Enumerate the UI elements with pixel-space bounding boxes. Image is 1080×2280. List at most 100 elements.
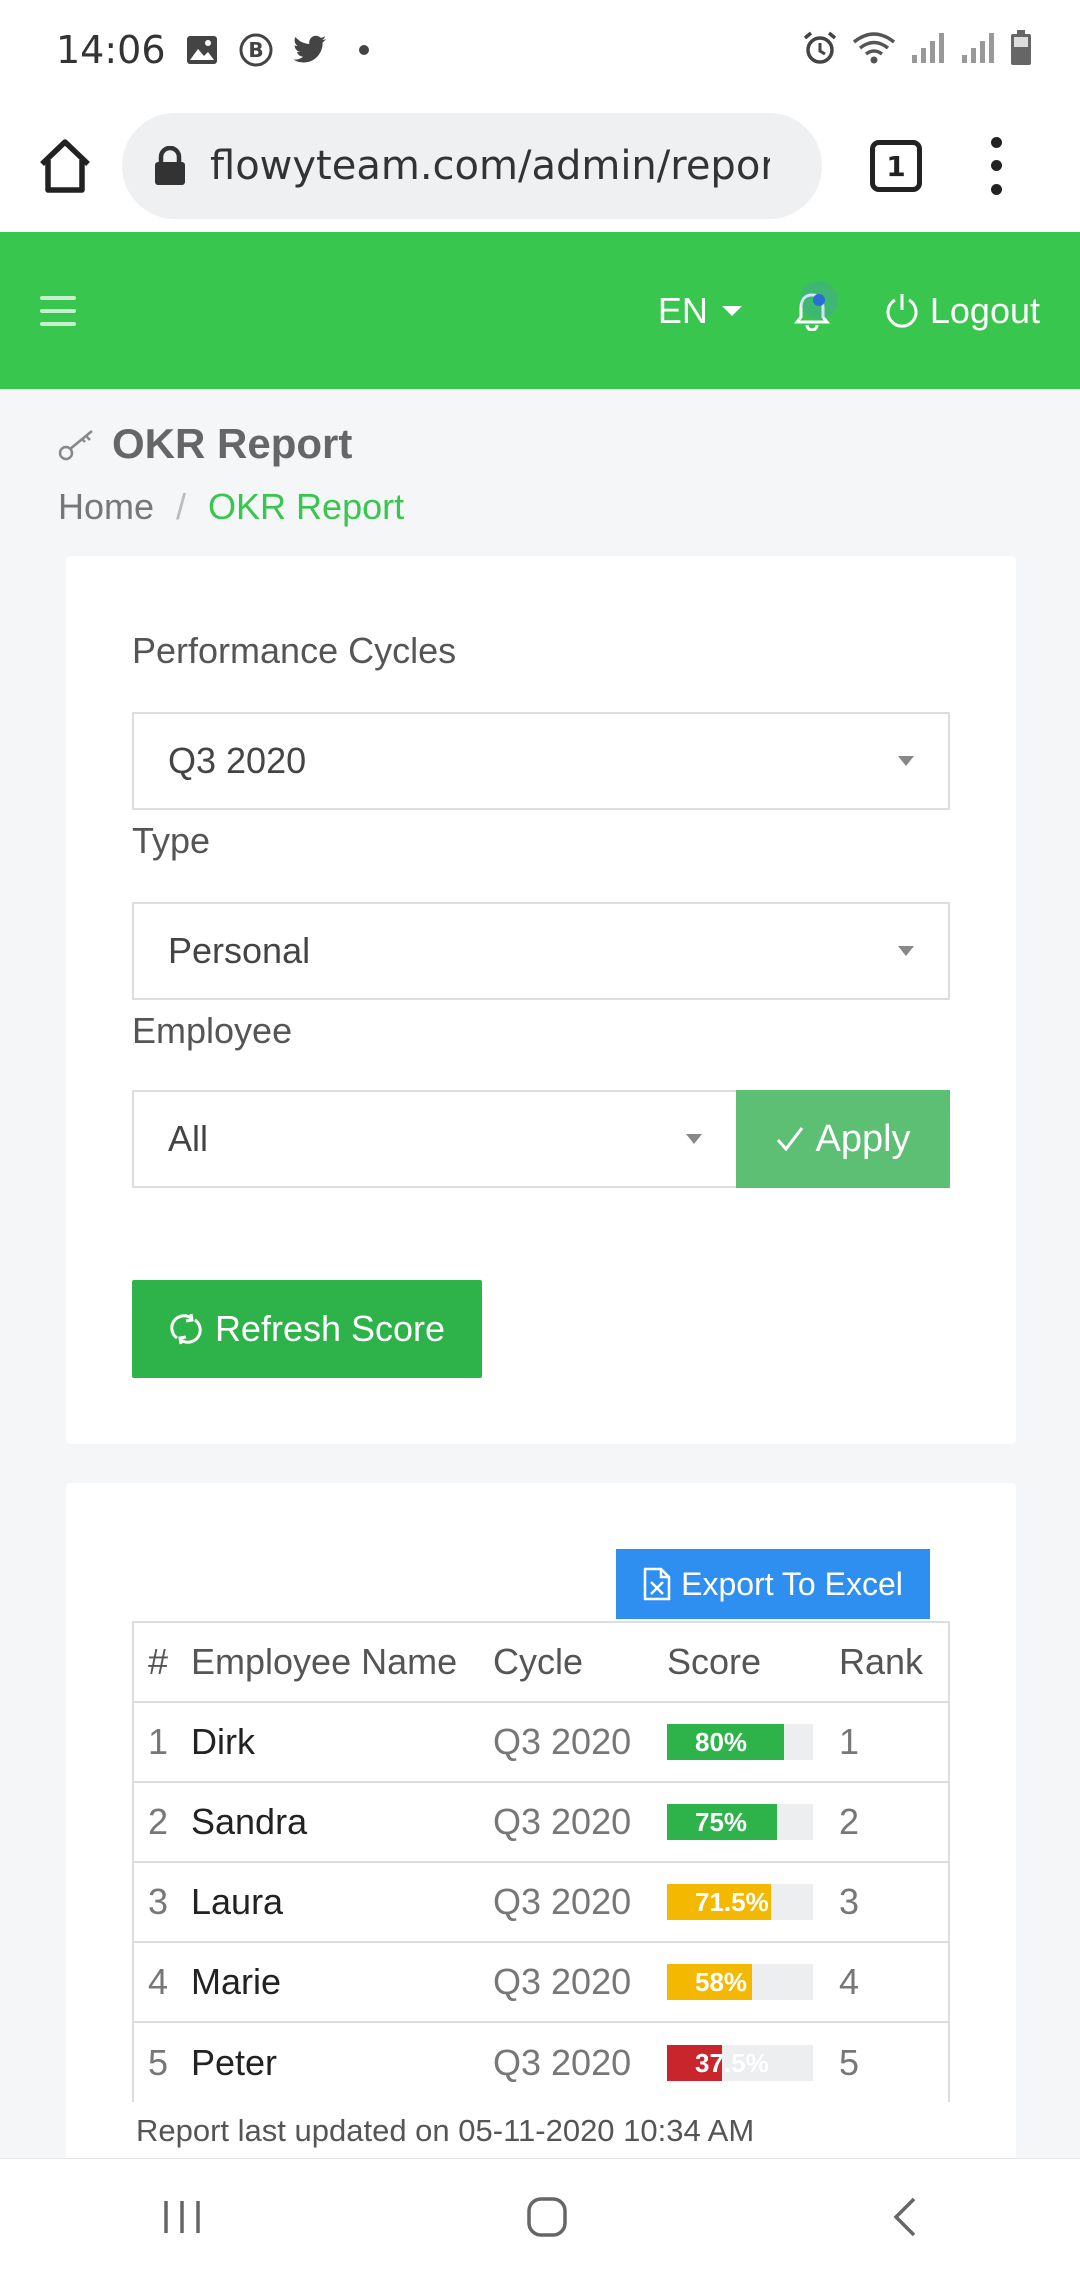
twitter-icon: [292, 32, 328, 68]
dropdown-arrow-icon: [898, 946, 914, 956]
score-label: 71.5%: [695, 1887, 769, 1917]
notifications-button[interactable]: [782, 280, 842, 341]
apply-button[interactable]: Apply: [736, 1090, 950, 1188]
row-cycle: Q3 2020: [479, 1941, 653, 2022]
row-rank: 1: [825, 1701, 949, 1782]
row-number: 1: [133, 1701, 177, 1782]
page-title-text: OKR Report: [112, 420, 353, 467]
row-number: 3: [133, 1861, 177, 1942]
score-cell: 80%: [653, 1701, 825, 1782]
browser-toolbar: 1: [0, 100, 1080, 232]
address-bar[interactable]: [122, 113, 822, 219]
excel-file-icon: [643, 1567, 671, 1601]
employee-label: Employee: [132, 1010, 293, 1051]
home-circle-icon: [527, 2197, 567, 2237]
status-bar: 14:06 B: [0, 0, 1080, 100]
cycle-label: Performance Cycles: [132, 630, 457, 671]
dot-icon: [346, 32, 382, 68]
breadcrumb-current: OKR Report: [208, 486, 405, 527]
refresh-icon: [170, 1313, 202, 1345]
score-cell: 37.5%: [653, 2021, 825, 2102]
score-label: 58%: [695, 1967, 748, 1997]
score-progress-bar: 71.5%: [667, 1884, 813, 1920]
alarm-icon: [802, 30, 838, 70]
score-cell: 58%: [653, 1941, 825, 2022]
lock-icon: [155, 146, 185, 185]
row-rank: 4: [825, 1941, 949, 2022]
employee-name: Sandra: [177, 1781, 479, 1862]
recent-apps-icon: [164, 2201, 201, 2233]
employee-name: Dirk: [177, 1701, 479, 1782]
header-actions: EN Logout: [658, 280, 1040, 341]
language-label: EN: [657, 289, 708, 331]
clock: 14:06: [56, 28, 166, 72]
report-table-body: 1 Dirk Q3 2020 80% 1 2 Sandra Q3 2020 75% 2 3 Laura…: [133, 1701, 949, 2102]
score-progress-bar: 80%: [667, 1724, 813, 1760]
row-rank: 3: [825, 1861, 949, 1942]
page-header: OKR Report Home / OKR Report: [58, 420, 404, 528]
col-rank: Rank: [825, 1621, 949, 1702]
filter-card: Performance Cycles Q3 2020 Type Personal…: [66, 556, 1016, 1444]
row-rank: 5: [825, 2021, 949, 2102]
status-left: 14:06 B: [56, 28, 382, 72]
table-row: 2 Sandra Q3 2020 75% 2: [133, 1781, 949, 1862]
col-score: Score: [653, 1621, 825, 1702]
system-navigation-bar: [0, 2158, 1080, 2280]
row-cycle: Q3 2020: [479, 1781, 653, 1862]
cycle-select[interactable]: Q3 2020: [132, 712, 950, 810]
score-progress-bar: 58%: [667, 1964, 813, 2000]
breadcrumb: Home / OKR Report: [58, 486, 404, 528]
employee-value: All: [168, 1118, 209, 1159]
back-button[interactable]: [890, 2195, 920, 2244]
logout-button[interactable]: Logout: [884, 290, 1040, 332]
status-right: [802, 30, 1032, 70]
row-number: 2: [133, 1781, 177, 1862]
hamburger-menu-icon[interactable]: [40, 295, 76, 326]
report-card: Export To Excel # Employee Name Cycle Sc…: [66, 1483, 1016, 2203]
battery-icon: [1010, 30, 1032, 70]
browser-menu-button[interactable]: [986, 131, 1006, 201]
language-dropdown[interactable]: EN: [658, 290, 742, 332]
col-cycle: Cycle: [479, 1621, 653, 1702]
dropdown-arrow-icon: [898, 756, 914, 766]
refresh-label: Refresh Score: [214, 1308, 446, 1349]
row-rank: 2: [825, 1781, 949, 1862]
table-row: 1 Dirk Q3 2020 80% 1: [133, 1701, 949, 1782]
score-progress-bar: 75%: [667, 1804, 813, 1840]
report-updated-text: Report last updated on 05-11-2020 10:34 …: [136, 2113, 755, 2148]
type-select[interactable]: Personal: [132, 902, 950, 1000]
tab-count: 1: [886, 149, 906, 183]
back-chevron-icon: [893, 2197, 915, 2237]
employee-name: Peter: [177, 2021, 479, 2102]
table-header-row: # Employee Name Cycle Score Rank: [133, 1621, 949, 1702]
refresh-score-button[interactable]: Refresh Score: [132, 1280, 482, 1378]
b-icon: B: [238, 32, 274, 68]
table-row: 5 Peter Q3 2020 37.5% 5: [133, 2021, 949, 2102]
score-label: 75%: [695, 1807, 748, 1837]
home-nav-button[interactable]: [525, 2195, 569, 2244]
export-label: Export To Excel: [681, 1565, 903, 1602]
export-excel-button[interactable]: Export To Excel: [616, 1549, 930, 1619]
report-table: # Employee Name Cycle Score Rank 1 Dirk Q3…: [132, 1621, 950, 2102]
power-icon: [886, 293, 918, 328]
home-icon: [40, 139, 90, 193]
url-input[interactable]: [210, 143, 770, 189]
home-button[interactable]: [30, 131, 100, 201]
breadcrumb-separator: /: [176, 486, 187, 527]
image-icon: [184, 32, 220, 68]
score-label: 80%: [695, 1727, 748, 1757]
breadcrumb-home[interactable]: Home: [58, 486, 154, 528]
svg-text:B: B: [248, 38, 263, 62]
check-icon: [777, 1127, 804, 1152]
score-label: 37.5%: [695, 2047, 769, 2078]
employee-select[interactable]: All: [132, 1090, 738, 1188]
score-progress-bar: 37.5%: [667, 2044, 813, 2081]
wifi-icon: [852, 30, 896, 70]
signal-icon: [960, 31, 996, 69]
tab-switcher-button[interactable]: 1: [870, 140, 922, 192]
row-number: 4: [133, 1941, 177, 2022]
apply-label: Apply: [815, 1117, 911, 1160]
type-label: Type: [132, 820, 211, 861]
score-cell: 75%: [653, 1781, 825, 1862]
recent-apps-button[interactable]: [160, 2197, 204, 2242]
